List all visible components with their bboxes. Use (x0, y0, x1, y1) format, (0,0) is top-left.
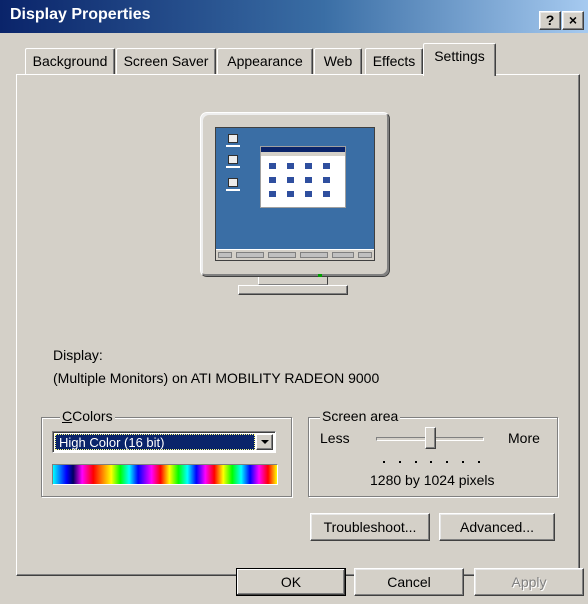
mini-folder-icon (323, 191, 330, 197)
desktop-icon-label (226, 145, 240, 147)
tab-appearance[interactable]: Appearance (217, 48, 313, 74)
advanced-button[interactable]: Advanced... (439, 513, 555, 541)
mini-folder-icon (269, 177, 276, 183)
mini-window (260, 146, 346, 208)
screen-area-legend: Screen area (320, 408, 401, 424)
mini-tray (358, 252, 372, 258)
colors-legend: CColors (60, 408, 115, 424)
desktop-icon-label (226, 166, 240, 168)
tab-screen-saver[interactable]: Screen Saver (116, 48, 216, 74)
mini-start-button (218, 252, 232, 258)
colors-selected-value: High Color (16 bit) (55, 434, 255, 450)
mini-taskbar (216, 249, 374, 260)
monitor-neck (258, 277, 328, 285)
apply-button-label: Apply (511, 574, 547, 590)
mini-folder-icon (305, 191, 312, 197)
colors-legend-text: Colors (72, 408, 113, 424)
slider-tick (462, 461, 464, 463)
network-places-icon (228, 155, 238, 164)
slider-tick (399, 461, 401, 463)
resolution-text: 1280 by 1024 pixels (370, 472, 495, 488)
ok-button[interactable]: OK (236, 568, 346, 596)
slider-tick (446, 461, 448, 463)
mini-folder-icon (287, 191, 294, 197)
mini-folder-icon (287, 163, 294, 169)
mini-folder-icon (287, 177, 294, 183)
tab-background[interactable]: Background (25, 48, 115, 74)
monitor-screen (215, 127, 375, 261)
mini-task-item (332, 252, 354, 258)
mini-folder-icon (305, 163, 312, 169)
tab-effects[interactable]: Effects (365, 48, 423, 74)
apply-button[interactable]: Apply (474, 568, 584, 596)
recycle-bin-icon (228, 178, 238, 187)
mini-task-item (268, 252, 296, 258)
mini-folder-icon (305, 177, 312, 183)
cancel-button[interactable]: Cancel (354, 568, 464, 596)
display-label: Display: (53, 347, 103, 363)
mini-folder-icon (323, 177, 330, 183)
slider-tick (430, 461, 432, 463)
window-title: Display Properties (10, 6, 151, 23)
close-button[interactable]: × (562, 11, 584, 30)
desktop-icon-label (226, 189, 240, 191)
colors-groupbox (41, 417, 292, 497)
slider-tick (415, 461, 417, 463)
colors-select[interactable]: High Color (16 bit) (52, 431, 276, 453)
mini-folder-icon (323, 163, 330, 169)
display-properties-dialog: Display Properties ? × Background Screen… (0, 0, 588, 604)
title-bar[interactable]: Display Properties ? × (0, 0, 588, 33)
monitor-base (238, 285, 348, 295)
tab-settings[interactable]: Settings (423, 43, 496, 76)
mini-task-item (300, 252, 328, 258)
slider-less-label: Less (320, 430, 350, 446)
slider-more-label: More (508, 430, 540, 446)
display-adapter-text: (Multiple Monitors) on ATI MOBILITY RADE… (53, 370, 380, 386)
slider-tick (383, 461, 385, 463)
mini-window-menu (261, 152, 345, 156)
help-button[interactable]: ? (539, 11, 561, 30)
mini-folder-icon (269, 163, 276, 169)
chevron-down-icon[interactable] (256, 434, 273, 450)
mini-folder-icon (269, 191, 276, 197)
tab-web[interactable]: Web (314, 48, 362, 74)
color-spectrum-preview (52, 464, 278, 485)
troubleshoot-button[interactable]: Troubleshoot... (310, 513, 430, 541)
mini-task-item (236, 252, 264, 258)
resolution-slider-thumb[interactable] (424, 427, 436, 449)
slider-tick (478, 461, 480, 463)
my-computer-icon (228, 134, 238, 143)
